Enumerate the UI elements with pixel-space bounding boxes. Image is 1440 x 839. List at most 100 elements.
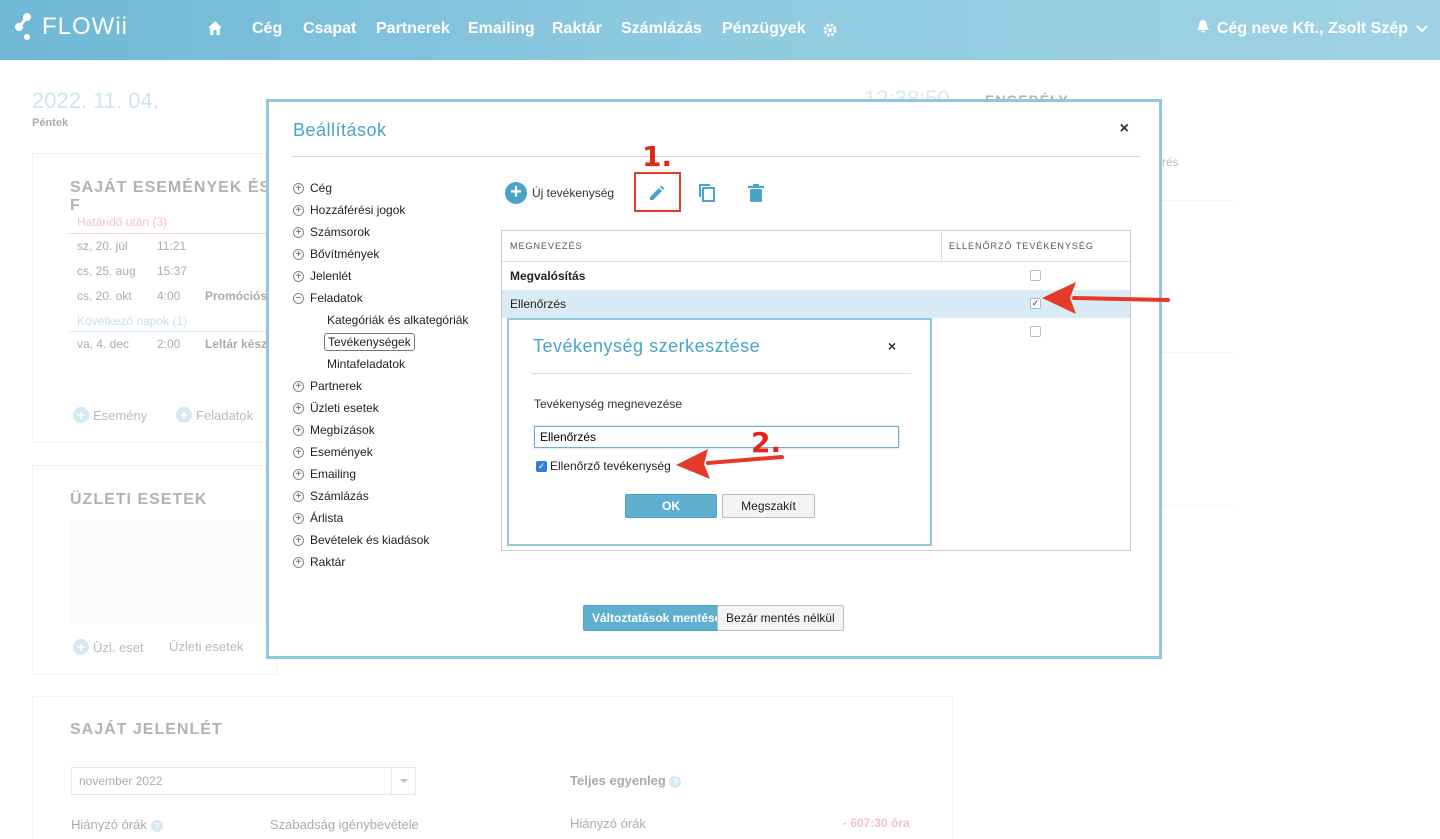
expand-icon[interactable]: +: [293, 380, 304, 392]
new-activity-button[interactable]: + Új tevékenység: [505, 182, 614, 204]
add-event-button[interactable]: + Esemény: [73, 407, 147, 423]
table-row[interactable]: Megvalósítás: [502, 262, 1130, 290]
tree-item-megbizasok[interactable]: + Megbízások: [293, 423, 375, 437]
gear-icon[interactable]: [822, 22, 838, 43]
expand-icon[interactable]: +: [293, 534, 304, 546]
save-changes-button[interactable]: Változtatások mentése: [583, 605, 731, 631]
balance-missing-label: Hiányzó órák: [570, 816, 646, 831]
tree-item-arlista[interactable]: + Árlista: [293, 511, 343, 525]
tree-item-szamsorok[interactable]: + Számsorok: [293, 225, 370, 239]
current-date: 2022. 11. 04.: [32, 88, 159, 113]
expand-icon[interactable]: +: [293, 182, 304, 194]
expand-icon[interactable]: +: [293, 446, 304, 458]
tree-item-esemenyek[interactable]: + Események: [293, 445, 373, 459]
tree-sub-tevekenysegek[interactable]: Tevékenységek: [324, 333, 415, 351]
deals-title: ÜZLETI ESETEK: [70, 491, 208, 508]
copy-icon[interactable]: [696, 182, 718, 204]
plus-icon: +: [73, 639, 89, 655]
add-deal-button[interactable]: + Üzl. eset: [73, 639, 144, 655]
tree-item-jelenlet[interactable]: + Jelenlét: [293, 269, 351, 283]
caret-down-icon[interactable]: [391, 768, 415, 794]
close-without-save-button[interactable]: Bezár mentés nélkül: [717, 605, 844, 631]
tree-item-bovitmenyek[interactable]: + Bővítmények: [293, 247, 379, 261]
nav-item-emailing[interactable]: Emailing: [468, 20, 535, 38]
expand-icon[interactable]: +: [293, 204, 304, 216]
column-header-name[interactable]: MEGNEVEZÉS: [510, 241, 583, 251]
close-icon[interactable]: ×: [888, 338, 896, 354]
event-title[interactable]: Promóciós: [205, 289, 267, 303]
expand-icon[interactable]: +: [293, 402, 304, 414]
tree-item-bevetelek[interactable]: + Bevételek és kiadások: [293, 533, 429, 547]
home-icon[interactable]: [207, 20, 223, 41]
edit-activity-dialog: Tevékenység szerkesztése × Tevékenység m…: [507, 318, 932, 546]
column-header-check[interactable]: ELLENŐRZŐ TEVÉKENYSÉG: [949, 241, 1094, 251]
nav-item-raktar[interactable]: Raktár: [552, 20, 602, 38]
user-menu[interactable]: Cég neve Kft., Zsolt Szép: [1196, 20, 1428, 38]
nav-item-csapat[interactable]: Csapat: [303, 20, 356, 38]
help-icon: ?: [150, 820, 163, 832]
expand-icon[interactable]: +: [293, 226, 304, 238]
trash-icon[interactable]: [745, 182, 767, 204]
logo-text: FLOWii: [42, 13, 128, 40]
expand-icon[interactable]: +: [293, 270, 304, 282]
events-title: SAJÁT ESEMÉNYEK ÉS F: [70, 179, 272, 214]
tree-item-uzleti-esetek[interactable]: + Üzleti esetek: [293, 401, 379, 415]
overdue-group[interactable]: Határidő után (3): [77, 215, 167, 229]
nav-item-szamlazas[interactable]: Számlázás: [621, 20, 702, 38]
divider: [941, 231, 942, 261]
divider: [1160, 352, 1235, 353]
tree-item-ceg[interactable]: + Cég: [293, 181, 332, 195]
plus-icon: +: [73, 407, 89, 423]
collapse-icon[interactable]: −: [293, 292, 304, 304]
attendance-panel: SAJÁT JELENLÉT november 2022 Hiányzó órá…: [32, 696, 953, 839]
expand-icon[interactable]: +: [293, 512, 304, 524]
event-title[interactable]: Leltár kész: [205, 337, 267, 351]
tree-item-emailing[interactable]: + Emailing: [293, 467, 356, 481]
check-activity-checkbox[interactable]: ✓ Ellenőrző tevékenység: [536, 459, 671, 473]
expand-icon[interactable]: +: [293, 424, 304, 436]
nav-item-penzugyek[interactable]: Pénzügyek: [722, 20, 806, 38]
expand-icon[interactable]: +: [293, 490, 304, 502]
events-panel: SAJÁT ESEMÉNYEK ÉS F Határidő után (3) s…: [32, 153, 278, 443]
activity-name-label: Tevékenység megnevezése: [534, 397, 683, 411]
nav-item-partnerek[interactable]: Partnerek: [376, 20, 450, 38]
divider: [291, 156, 1141, 157]
tree-sub-mintafeladatok[interactable]: Mintafeladatok: [327, 357, 405, 371]
row-name: Ellenőrzés: [510, 297, 567, 311]
tree-item-hozzaferes[interactable]: + Hozzáférési jogok: [293, 203, 405, 217]
event-row[interactable]: sz, 20. júl: [77, 239, 128, 253]
deals-chart-area: [70, 521, 278, 623]
event-time: 2:00: [157, 337, 181, 351]
upcoming-group[interactable]: Következő napok (1): [77, 314, 187, 328]
event-row[interactable]: va, 4. dec: [77, 337, 129, 351]
row-checkbox[interactable]: [1030, 326, 1041, 337]
tree-item-feladatok[interactable]: − Feladatok: [293, 291, 363, 305]
event-row[interactable]: cs, 20. okt: [77, 289, 132, 303]
expand-icon[interactable]: +: [293, 556, 304, 568]
annotation-arrow: [1042, 282, 1170, 314]
close-icon[interactable]: ×: [1120, 120, 1129, 138]
expand-icon[interactable]: +: [293, 248, 304, 260]
checkbox-checked-icon[interactable]: ✓: [536, 460, 547, 472]
plus-icon: +: [176, 407, 192, 423]
help-icon: ?: [669, 776, 682, 788]
nav-item-ceg[interactable]: Cég: [252, 20, 282, 38]
tree-item-szamlazas[interactable]: + Számlázás: [293, 489, 369, 503]
event-row[interactable]: cs, 25. aug: [77, 264, 136, 278]
tree-item-raktar[interactable]: + Raktár: [293, 555, 345, 569]
deals-link[interactable]: Üzleti esetek: [169, 639, 243, 654]
bell-icon[interactable]: [1196, 20, 1209, 38]
tree-item-partnerek[interactable]: + Partnerek: [293, 379, 362, 393]
month-select[interactable]: november 2022: [71, 767, 416, 795]
tree-sub-kategoriak[interactable]: Kategóriák és alkategóriák: [327, 313, 468, 327]
cancel-button[interactable]: Megszakít: [722, 494, 815, 518]
table-row-selected[interactable]: Ellenőrzés ✓: [502, 290, 1130, 318]
logo[interactable]: FLOWii: [12, 12, 128, 42]
ok-button[interactable]: OK: [625, 494, 717, 518]
edit-pencil-icon[interactable]: [646, 182, 668, 204]
expand-icon[interactable]: +: [293, 468, 304, 480]
add-task-button[interactable]: + Feladatok: [176, 407, 253, 423]
event-time: 4:00: [157, 289, 181, 303]
attendance-title: SAJÁT JELENLÉT: [70, 721, 223, 738]
balance-title: Teljes egyenleg ?: [570, 773, 682, 788]
